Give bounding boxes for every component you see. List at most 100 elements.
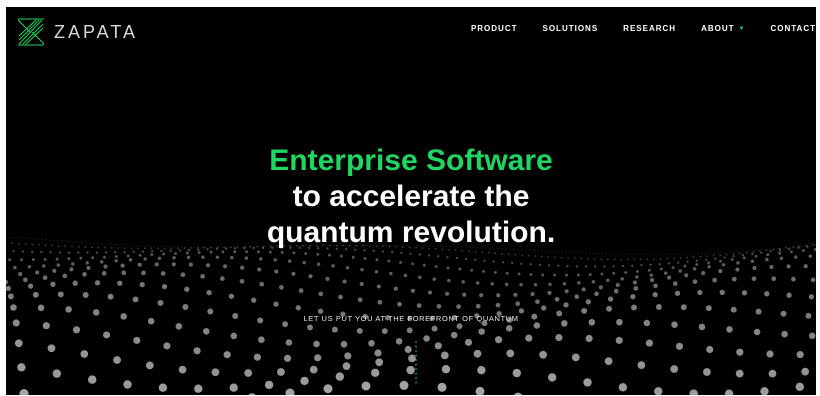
particle-dot (737, 251, 739, 253)
particle-dot (724, 389, 734, 395)
particle-dot (404, 345, 412, 354)
particle-dot (19, 389, 29, 395)
particle-dot (65, 306, 72, 313)
particle-dot (615, 336, 623, 344)
particle-dot (56, 263, 61, 267)
particle-dot (808, 254, 813, 258)
particle-dot (344, 352, 352, 360)
particle-dot (82, 272, 87, 277)
particle-dot (615, 282, 620, 288)
particle-dot (437, 255, 440, 258)
accent-dot (415, 377, 417, 379)
particle-dot (600, 258, 603, 261)
particle-dot (567, 257, 570, 259)
particle-dot (342, 362, 351, 370)
particle-dot (197, 251, 201, 254)
particle-dot (649, 254, 651, 256)
particle-dot (240, 265, 245, 270)
particle-dot (368, 340, 375, 347)
particle-dot (533, 282, 538, 287)
particle-dot (603, 265, 606, 268)
particle-dot (446, 266, 450, 270)
particle-dot (771, 276, 777, 282)
particle-dot (649, 278, 655, 283)
particle-dot (32, 291, 39, 298)
particle-dot (205, 263, 211, 268)
particle-dot (641, 254, 643, 256)
particle-dot (160, 271, 166, 276)
particle-dot (172, 256, 176, 260)
particle-dot (375, 358, 384, 367)
particle-dot (434, 265, 438, 268)
particle-dot (458, 267, 462, 271)
particle-dot (613, 258, 616, 261)
page-frame: ZAPATA PRODUCT SOLUTIONS RESEARCH ABOUT ▼… (6, 7, 816, 395)
particle-dot (117, 280, 123, 286)
particle-dot (316, 262, 321, 266)
particle-dot (654, 387, 663, 395)
nav-item-label: PRODUCT (470, 24, 518, 33)
particle-dot (133, 336, 141, 344)
nav-item-about[interactable]: ABOUT ▼ (701, 24, 745, 33)
particle-dot (103, 255, 106, 259)
particle-dot (403, 273, 408, 278)
particle-dot (279, 285, 284, 290)
particle-dot (512, 368, 521, 378)
nav-item-research[interactable]: RESEARCH (623, 24, 676, 33)
nav-item-contact[interactable]: CONTACT (770, 24, 816, 33)
particle-dot (565, 251, 567, 253)
top-navigation: ZAPATA PRODUCT SOLUTIONS RESEARCH ABOUT ▼… (6, 7, 816, 53)
particle-dot (14, 339, 23, 348)
particle-dot (397, 301, 402, 307)
particle-dot (490, 282, 494, 286)
particle-dot (605, 253, 607, 255)
particle-dot (57, 291, 64, 298)
particle-dot (86, 265, 91, 270)
particle-dot (251, 297, 257, 303)
particle-dot (228, 293, 235, 299)
particle-dot (640, 264, 643, 267)
particle-dot (339, 254, 343, 258)
particle-dot (128, 258, 133, 262)
particle-dot (626, 258, 629, 261)
particle-dot (50, 281, 56, 287)
particle-dot (188, 262, 193, 267)
particle-dot (157, 299, 164, 306)
particle-dot (525, 334, 533, 342)
particle-dot (766, 350, 774, 358)
particle-dot (511, 261, 514, 265)
particle-dot (445, 291, 450, 296)
particle-dot (585, 252, 587, 254)
particle-dot (606, 258, 609, 261)
particle-dot (741, 253, 745, 257)
particle-dot (665, 254, 667, 256)
nav-item-solutions[interactable]: SOLUTIONS (543, 24, 599, 33)
particle-dot (697, 289, 703, 296)
particle-dot (482, 269, 485, 273)
particle-dot (593, 258, 596, 260)
particle-dot (581, 252, 583, 254)
particle-dot (139, 281, 145, 288)
particle-dot (13, 265, 17, 270)
particle-dot (104, 251, 108, 254)
particle-dot (655, 304, 662, 310)
nav-menu: PRODUCT SOLUTIONS RESEARCH ABOUT ▼ CONTAC… (446, 24, 816, 33)
particle-dot (103, 264, 108, 269)
particle-dot (712, 277, 717, 283)
particle-dot (751, 252, 754, 256)
nav-item-product[interactable]: PRODUCT (471, 24, 518, 33)
particle-dot (589, 252, 591, 254)
logo[interactable]: ZAPATA (18, 18, 138, 46)
particle-dot (705, 305, 712, 312)
particle-dot (62, 273, 68, 279)
particle-dot (765, 257, 769, 262)
particle-dot (609, 253, 611, 255)
particle-dot (478, 328, 485, 335)
particle-dot (803, 264, 808, 269)
particle-dot (631, 304, 637, 311)
particle-dot (640, 258, 642, 261)
particle-dot (507, 253, 510, 255)
particle-dot (553, 251, 555, 252)
particle-dot (107, 293, 114, 300)
particle-dot (114, 255, 118, 258)
